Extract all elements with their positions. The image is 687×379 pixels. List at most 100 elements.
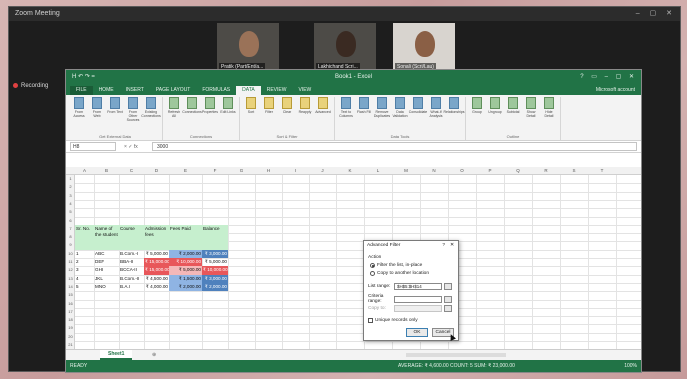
sheet-tab[interactable]: Sheet1 — [100, 350, 133, 360]
table-cell[interactable]: ₹ 4,000.00 — [144, 283, 169, 291]
row-header[interactable]: 16 — [66, 300, 75, 308]
ribbon-button-filter[interactable]: Filter — [261, 97, 277, 133]
column-header[interactable]: C — [119, 167, 144, 175]
row-header[interactable]: 17 — [66, 308, 75, 316]
range-select-icon[interactable] — [444, 283, 452, 290]
ribbon-button-text-to-columns[interactable]: Text to Columns — [338, 97, 354, 133]
ribbon-button-ungroup[interactable]: Ungroup — [487, 97, 503, 133]
ribbon-button-clear[interactable]: Clear — [279, 97, 295, 133]
user-account[interactable]: Microsoft account — [596, 86, 641, 95]
ribbon-button-from-text[interactable]: From Text — [107, 97, 123, 133]
table-cell[interactable]: ₹ 2,000.00 — [202, 282, 228, 292]
table-cell[interactable]: MNO — [94, 283, 119, 291]
row-header[interactable]: 6 — [66, 217, 75, 225]
table-cell[interactable]: 5 — [75, 283, 94, 291]
column-header[interactable]: J — [309, 167, 336, 175]
table-cell[interactable]: JKL — [94, 275, 119, 283]
table-cell[interactable]: ₹ 15,000.00 — [144, 258, 169, 267]
table-cell[interactable]: ₹ 5,000.00 — [202, 258, 228, 266]
table-cell[interactable]: ₹ 2,000.00 — [169, 249, 202, 258]
ribbon-button-what-if-analysis[interactable]: What-If Analysis — [428, 97, 444, 133]
column-header[interactable]: S — [560, 167, 588, 175]
table-cell[interactable]: ₹ 5,000.00 — [169, 266, 202, 275]
checkbox-icon[interactable] — [368, 318, 373, 323]
ok-button[interactable]: OK — [406, 328, 428, 337]
ribbon-button-subtotal[interactable]: Subtotal — [505, 97, 521, 133]
ribbon-button-from-access[interactable]: From Access — [71, 97, 87, 133]
worksheet-grid[interactable]: ABCDEFGHIJKLMNOPQRST 1 2 3 4 5 6 7 8 9 10 11 12 13 14… — [66, 167, 641, 351]
tab-insert[interactable]: INSERT — [120, 86, 150, 95]
ribbon-button-flash-fill[interactable]: Flash Fill — [356, 97, 372, 133]
row-header[interactable]: 15 — [66, 291, 75, 299]
excel-window-controls[interactable]: ? ▭ – ▢ ✕ — [580, 70, 637, 84]
column-header[interactable]: H — [255, 167, 282, 175]
column-header[interactable]: K — [336, 167, 364, 175]
row-header[interactable]: 10 — [66, 250, 75, 258]
name-box[interactable]: H8 — [70, 142, 116, 151]
radio-icon[interactable] — [370, 271, 375, 276]
row-header[interactable]: 11 — [66, 258, 75, 266]
column-header[interactable]: M — [392, 167, 420, 175]
participant-tile[interactable]: Pratik (Part/Ent/a... — [217, 23, 279, 73]
row-header[interactable]: 13 — [66, 275, 75, 283]
tab-file[interactable]: FILE — [70, 86, 93, 95]
participant-tile[interactable]: Lakhichand Scri... — [314, 23, 376, 73]
help-icon[interactable]: ? — [442, 241, 445, 251]
ribbon-button-reapply[interactable]: Reapply — [297, 97, 313, 133]
ribbon-button-properties[interactable]: Properties — [202, 97, 218, 133]
table-header-cell[interactable]: Sr. No. — [75, 224, 94, 250]
ribbon-button-refresh-all[interactable]: Refresh All — [166, 97, 182, 133]
column-header[interactable]: G — [228, 167, 255, 175]
column-header[interactable]: L — [364, 167, 392, 175]
column-header[interactable]: I — [282, 167, 309, 175]
column-header[interactable]: T — [588, 167, 616, 175]
column-header[interactable]: P — [476, 167, 504, 175]
ribbon-button-advanced[interactable]: Advanced — [315, 97, 331, 133]
table-header-cell[interactable]: Fees Paid — [169, 224, 202, 250]
horizontal-scrollbar[interactable] — [406, 353, 506, 357]
row-header[interactable]: 14 — [66, 283, 75, 291]
table-cell[interactable]: BCCA-II — [119, 266, 144, 274]
table-header-cell[interactable]: Course — [119, 224, 144, 250]
table-header-cell[interactable]: Balance — [202, 224, 228, 250]
participant-tile[interactable]: Sonali (Scri/Lau) — [393, 23, 455, 73]
row-header[interactable]: 4 — [66, 200, 75, 208]
ribbon-button-from-other-sources[interactable]: From Other Sources — [125, 97, 141, 133]
radio-selected-icon[interactable] — [370, 263, 375, 268]
table-cell[interactable]: ₹ 10,000.00 — [169, 258, 202, 267]
table-cell[interactable]: ₹ 3,000.00 — [202, 274, 228, 283]
zoom-level[interactable]: 100% — [624, 360, 637, 372]
column-header[interactable]: R — [532, 167, 560, 175]
zoom-window-controls[interactable]: – ▢ ✕ — [636, 7, 676, 21]
row-header[interactable]: 12 — [66, 266, 75, 274]
row-header[interactable]: 3 — [66, 192, 75, 200]
table-cell[interactable]: ₹ 10,000.00 — [202, 266, 228, 275]
column-header[interactable]: E — [169, 167, 202, 175]
formula-input[interactable]: 3000 — [152, 142, 637, 151]
tab-view[interactable]: VIEW — [292, 86, 317, 95]
ribbon-button-from-web[interactable]: From Web — [89, 97, 105, 133]
add-sheet-icon[interactable]: ⊕ — [152, 350, 156, 360]
table-cell[interactable]: 1 — [75, 250, 94, 258]
ribbon-button-remove-duplicates[interactable]: Remove Duplicates — [374, 97, 390, 133]
column-header[interactable]: A — [75, 167, 94, 175]
ribbon-button-sort[interactable]: Sort — [243, 97, 259, 133]
column-header[interactable]: N — [420, 167, 448, 175]
column-header[interactable]: O — [448, 167, 476, 175]
table-cell[interactable]: ₹ 4,500.00 — [144, 275, 169, 283]
tab-review[interactable]: REVIEW — [261, 86, 293, 95]
column-header[interactable]: Q — [504, 167, 532, 175]
ribbon-button-hide-detail[interactable]: Hide Detail — [541, 97, 557, 133]
copy-to-location-option[interactable]: Copy to another location — [370, 271, 429, 276]
table-cell[interactable]: 4 — [75, 275, 94, 283]
ribbon-button-show-detail[interactable]: Show Detail — [523, 97, 539, 133]
row-header[interactable]: 5 — [66, 208, 75, 216]
row-header[interactable]: 2 — [66, 183, 75, 191]
ribbon-button-edit-links[interactable]: Edit Links — [220, 97, 236, 133]
close-icon[interactable]: ✕ — [450, 241, 454, 251]
table-cell[interactable]: ₹ 1,500.00 — [169, 274, 202, 283]
list-range-input[interactable]: $H$5:$H$14 — [394, 283, 442, 290]
table-cell[interactable]: B.Com.-II — [119, 275, 144, 283]
table-cell[interactable]: DEF — [94, 258, 119, 266]
unique-records-checkbox[interactable]: Unique records only — [368, 318, 418, 323]
